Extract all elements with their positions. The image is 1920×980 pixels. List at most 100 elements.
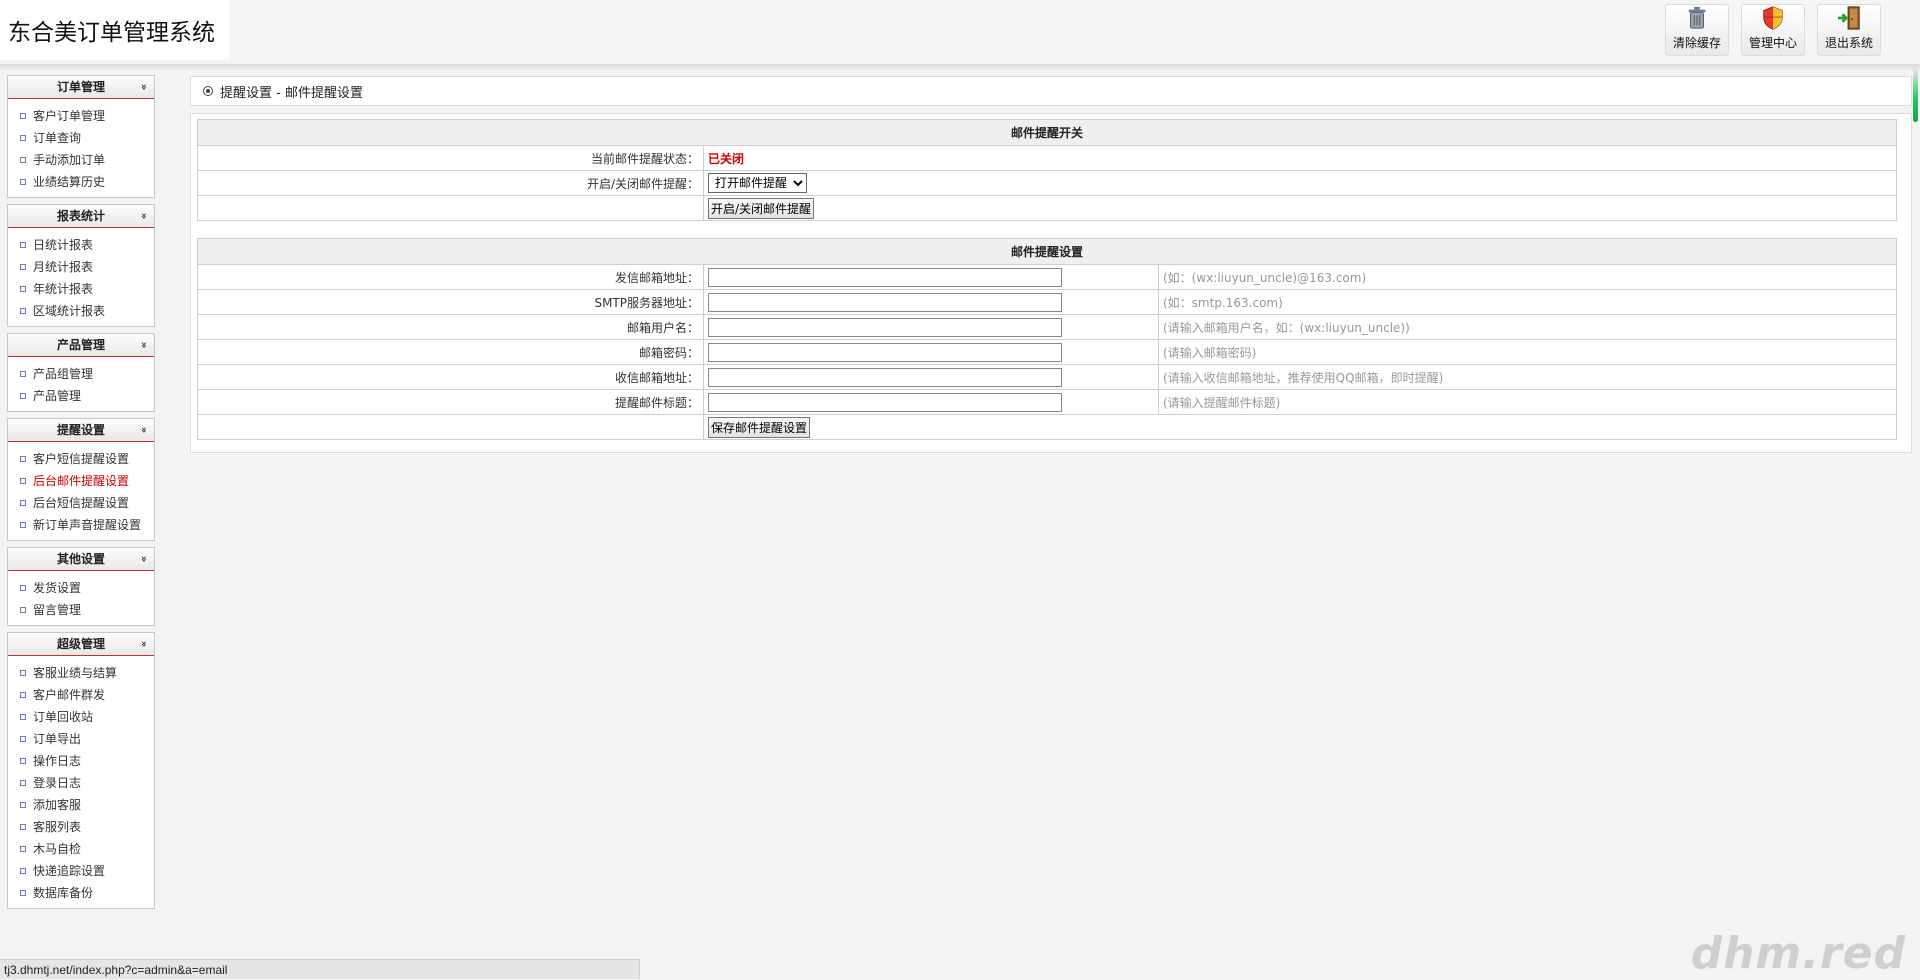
save-email-settings-button[interactable]: 保存邮件提醒设置 <box>708 416 811 438</box>
square-bullet-icon <box>20 868 26 874</box>
settings-input[interactable] <box>708 317 1062 337</box>
page-scrollbar[interactable] <box>1911 64 1920 979</box>
sidebar-item[interactable]: 客服列表 <box>8 816 154 838</box>
sidebar-item-label: 订单导出 <box>33 732 82 746</box>
admin-center-button[interactable]: 管理中心 <box>1741 4 1805 56</box>
sidebar-item-label: 新订单声音提醒设置 <box>33 518 142 532</box>
chevron-down-icon: » <box>137 555 149 563</box>
square-bullet-icon <box>20 500 26 506</box>
sidebar-item[interactable]: 客服业绩与结算 <box>8 662 154 684</box>
menu-group-header[interactable]: 其他设置 » <box>8 548 154 571</box>
square-bullet-icon <box>20 670 26 676</box>
sidebar-item-label: 年统计报表 <box>33 282 94 296</box>
sidebar-item-label: 后台短信提醒设置 <box>33 496 130 510</box>
menu-group-title: 其他设置 <box>56 552 105 566</box>
sidebar-item[interactable]: 订单查询 <box>8 127 154 149</box>
settings-input[interactable] <box>708 392 1062 412</box>
square-bullet-icon <box>20 135 26 141</box>
sidebar-item[interactable]: 订单回收站 <box>8 706 154 728</box>
sidebar-item[interactable]: 产品组管理 <box>8 363 154 385</box>
email-settings-table: 邮件提醒设置 发信邮箱地址： (如：(wx:liuyun_uncle)@163.c… <box>197 238 1897 440</box>
sidebar-item[interactable]: 月统计报表 <box>8 256 154 278</box>
scrollbar-thumb[interactable] <box>1913 68 1918 122</box>
sidebar-item-label: 添加客服 <box>33 798 82 812</box>
sidebar-item[interactable]: 木马自检 <box>8 838 154 860</box>
sidebar-item[interactable]: 订单导出 <box>8 728 154 750</box>
chevron-down-icon: » <box>137 83 149 91</box>
section-header: 邮件提醒开关 <box>197 119 1897 146</box>
menu-group-header[interactable]: 订单管理 » <box>8 76 154 99</box>
square-bullet-icon <box>20 478 26 484</box>
sidebar-item-label: 留言管理 <box>33 603 82 617</box>
sidebar-item[interactable]: 日统计报表 <box>8 234 154 256</box>
menu-group-title: 报表统计 <box>56 209 105 223</box>
logo-area: 东合美订单管理系统 <box>0 0 229 60</box>
field-hint: (请输入收信邮箱地址，推荐使用QQ邮箱，即时提醒) <box>1158 364 1897 390</box>
email-switch-table: 邮件提醒开关 当前邮件提醒状态： 已关闭 开启/关闭邮件提醒： 打开邮件提醒 开… <box>197 119 1897 221</box>
field-label: 当前邮件提醒状态： <box>197 145 704 171</box>
clear-cache-button[interactable]: 清除缓存 <box>1665 4 1729 56</box>
menu-group-header[interactable]: 产品管理 » <box>8 334 154 357</box>
sidebar-item[interactable]: 添加客服 <box>8 794 154 816</box>
sidebar-item-label: 订单查询 <box>33 131 82 145</box>
field-hint: (请输入邮箱用户名，如：(wx:liuyun_uncle)) <box>1158 314 1897 340</box>
field-label: 邮箱用户名： <box>197 314 704 340</box>
square-bullet-icon <box>20 242 26 248</box>
settings-input[interactable] <box>708 342 1062 362</box>
sidebar-item[interactable]: 新订单声音提醒设置 <box>8 514 154 536</box>
exit-door-icon <box>1837 6 1860 30</box>
sidebar-item[interactable]: 快递追踪设置 <box>8 860 154 882</box>
sidebar-item[interactable]: 后台邮件提醒设置 <box>8 470 154 492</box>
square-bullet-icon <box>20 780 26 786</box>
menu-group: 超级管理 » 客服业绩与结算 客户邮件群发 订单回收站订单导出操作日志 登录日志添加客服客… <box>7 632 155 909</box>
sidebar-item[interactable]: 客户短信提醒设置 <box>8 448 154 470</box>
menu-group-title: 产品管理 <box>56 338 105 352</box>
sidebar-item[interactable]: 区域统计报表 <box>8 300 154 322</box>
field-label: 发信邮箱地址： <box>197 264 704 290</box>
sidebar-item-label: 订单回收站 <box>33 710 94 724</box>
menu-group-header[interactable]: 提醒设置 » <box>8 419 154 442</box>
sidebar-item-label: 客户邮件群发 <box>33 688 106 702</box>
sidebar-item[interactable]: 发货设置 <box>8 577 154 599</box>
menu-group: 产品管理» 产品组管理 产品管理 <box>7 333 155 412</box>
exit-system-button[interactable]: 退出系统 <box>1817 4 1881 56</box>
app-title: 东合美订单管理系统 <box>8 20 215 46</box>
chevron-down-icon: » <box>137 640 149 648</box>
status-bar-url: tj3.dhmtj.net/index.php?c=admin&a=email <box>0 959 640 979</box>
sidebar-item[interactable]: 客户邮件群发 <box>8 684 154 706</box>
settings-input[interactable] <box>708 292 1062 312</box>
toggle-email-reminder-button[interactable]: 开启/关闭邮件提醒 <box>708 197 815 219</box>
sidebar-item-label: 月统计报表 <box>33 260 94 274</box>
menu-group: 其他设置 » 发货设置留言管理 <box>7 547 155 626</box>
section-header: 邮件提醒设置 <box>197 238 1897 265</box>
menu-group-header[interactable]: 报表统计 » <box>8 205 154 228</box>
email-reminder-toggle-select[interactable]: 打开邮件提醒 <box>708 173 807 193</box>
sidebar-item-label: 客户订单管理 <box>33 109 106 123</box>
breadcrumb: 提醒设置 - 邮件提醒设置 <box>190 76 1912 106</box>
menu-group-header[interactable]: 超级管理 » <box>8 633 154 656</box>
field-hint: (如：(wx:liuyun_uncle)@163.com) <box>1158 264 1897 290</box>
sidebar-item[interactable]: 留言管理 <box>8 599 154 621</box>
status-badge: 已关闭 <box>708 151 745 166</box>
square-bullet-icon <box>20 264 26 270</box>
sidebar-item[interactable]: 客户订单管理 <box>8 105 154 127</box>
settings-input[interactable] <box>708 367 1062 387</box>
square-bullet-icon <box>20 692 26 698</box>
sidebar-item[interactable]: 登录日志 <box>8 772 154 794</box>
sidebar-item-label: 日统计报表 <box>33 238 94 252</box>
square-bullet-icon <box>20 393 26 399</box>
menu-group-title: 提醒设置 <box>56 423 105 437</box>
sidebar-item[interactable]: 业绩结算历史 <box>8 171 154 193</box>
sidebar-item[interactable]: 后台短信提醒设置 <box>8 492 154 514</box>
square-bullet-icon <box>20 758 26 764</box>
sidebar-item[interactable]: 手动添加订单 <box>8 149 154 171</box>
settings-input[interactable] <box>708 267 1062 287</box>
sidebar-item-label: 客户短信提醒设置 <box>33 452 130 466</box>
sidebar-item[interactable]: 产品管理 <box>8 385 154 407</box>
sidebar-item[interactable]: 操作日志 <box>8 750 154 772</box>
square-bullet-icon <box>20 736 26 742</box>
square-bullet-icon <box>20 607 26 613</box>
sidebar-item-label: 客服业绩与结算 <box>33 666 118 680</box>
sidebar-item[interactable]: 年统计报表 <box>8 278 154 300</box>
sidebar-item[interactable]: 数据库备份 <box>8 882 154 904</box>
